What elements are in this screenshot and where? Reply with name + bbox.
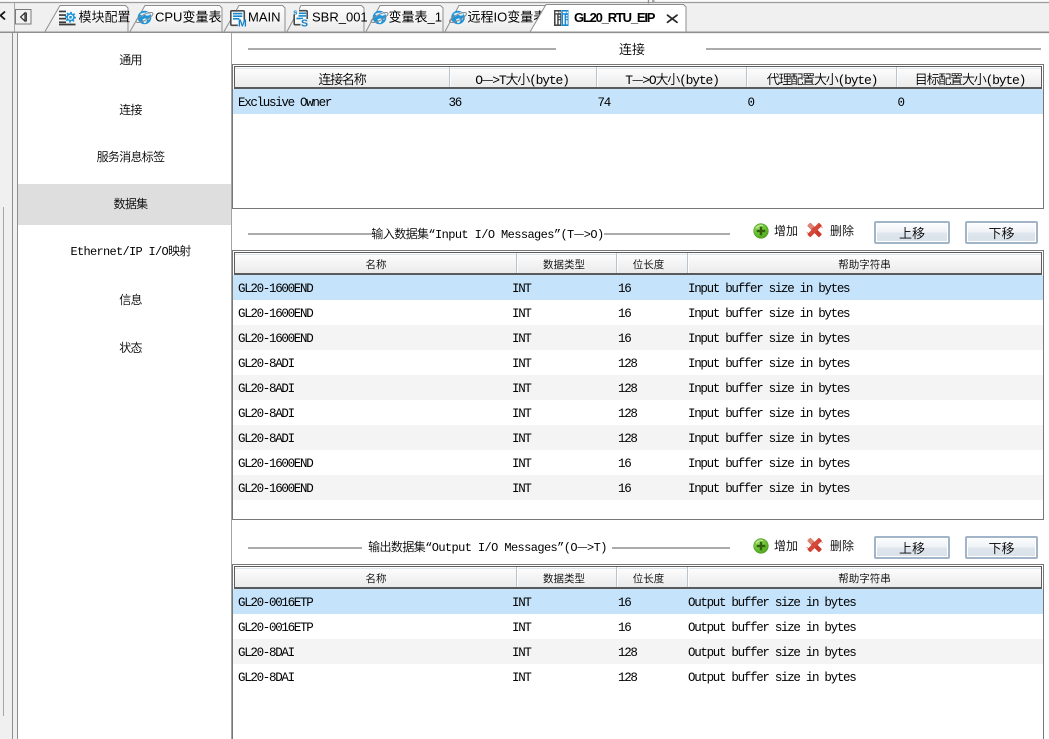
svg-text:S: S xyxy=(301,18,308,30)
svg-text:MAIN: MAIN xyxy=(248,10,281,25)
svg-text:变量表_1: 变量表_1 xyxy=(389,10,442,25)
svg-text:模块配置: 模块配置 xyxy=(79,7,131,26)
svg-text:GL20_RTU_EIP: GL20_RTU_EIP xyxy=(574,10,656,25)
svg-text:s: s xyxy=(293,8,297,17)
svg-text:M: M xyxy=(238,17,247,29)
svg-text:CPU变量表: CPU变量表 xyxy=(155,10,221,25)
svg-text:远程IO变量表: 远程IO变量表 xyxy=(468,10,547,25)
svg-text:SBR_001: SBR_001 xyxy=(312,10,368,25)
